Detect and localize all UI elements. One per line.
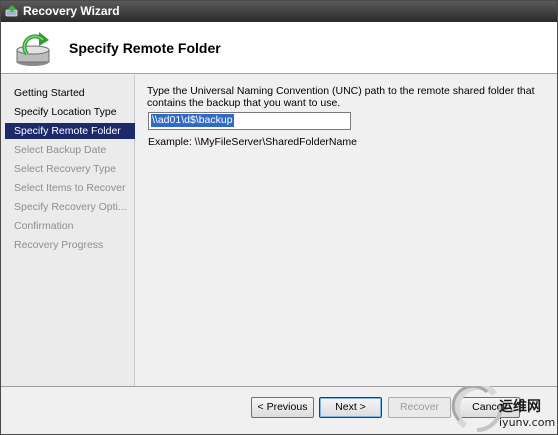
window-title: Recovery Wizard: [23, 4, 120, 18]
unc-path-value[interactable]: \\ad01\d$\backup: [151, 114, 234, 127]
step-select-items-to-recover: Select Items to Recover: [14, 182, 126, 194]
watermark: 运维网 iyunv.com: [447, 386, 558, 435]
unc-path-input[interactable]: \\ad01\d$\backup: [148, 112, 351, 130]
page-title: Specify Remote Folder: [69, 40, 221, 56]
step-confirmation: Confirmation: [14, 220, 74, 232]
previous-button[interactable]: < Previous: [251, 397, 314, 418]
step-specify-recovery-options: Specify Recovery Opti...: [14, 201, 127, 213]
step-recovery-progress: Recovery Progress: [14, 239, 104, 251]
wizard-steps-sidebar: Getting Started Specify Location Type Sp…: [1, 75, 135, 386]
step-select-recovery-type: Select Recovery Type: [14, 163, 116, 175]
step-select-backup-date: Select Backup Date: [14, 144, 107, 156]
step-specify-remote-folder[interactable]: Specify Remote Folder: [5, 123, 135, 139]
watermark-url: iyunv.com: [499, 416, 556, 429]
backup-app-icon: [5, 5, 18, 17]
title-bar[interactable]: Recovery Wizard: [1, 1, 557, 22]
step-specify-location-type[interactable]: Specify Location Type: [5, 104, 135, 120]
instruction-text: Type the Universal Naming Convention (UN…: [147, 85, 535, 109]
main-content: Type the Universal Naming Convention (UN…: [136, 75, 557, 386]
recovery-wizard-window: Recovery Wizard Specify Remote Folder Ge…: [0, 0, 558, 435]
example-text: Example: \\MyFileServer\SharedFolderName: [148, 136, 357, 148]
recover-button: Recover: [388, 397, 451, 418]
step-getting-started[interactable]: Getting Started: [5, 85, 135, 101]
next-button[interactable]: Next >: [319, 397, 382, 418]
backup-drive-icon: [16, 32, 50, 66]
watermark-cn-text: 运维网: [499, 399, 541, 415]
wizard-header: Specify Remote Folder: [1, 22, 557, 74]
